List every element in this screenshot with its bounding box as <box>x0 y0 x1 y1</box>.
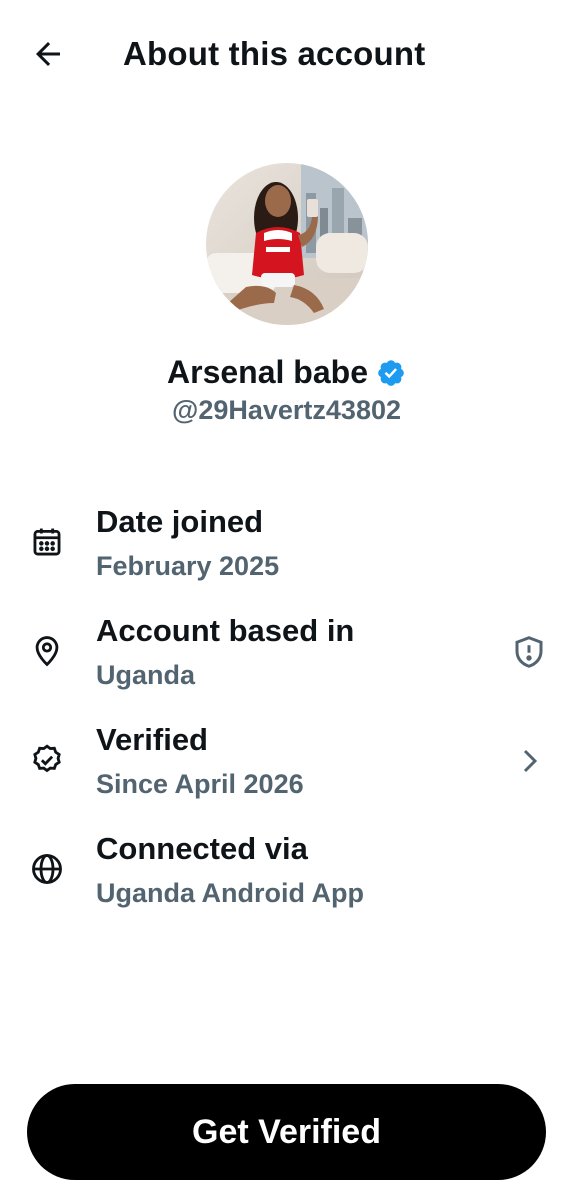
chevron-right-icon[interactable] <box>509 741 549 781</box>
info-label: Verified <box>96 722 208 757</box>
display-name: Arsenal babe <box>167 354 368 390</box>
header: About this account <box>0 0 573 108</box>
back-button[interactable] <box>28 34 68 74</box>
info-row-account-based-in[interactable]: Account based in Uganda <box>0 609 573 705</box>
info-row-verified[interactable]: Verified Since April 2026 <box>0 718 573 814</box>
info-value: Since April 2026 <box>96 769 304 799</box>
username-handle: @29Havertz43802 <box>172 395 401 425</box>
info-label: Account based in <box>96 613 355 648</box>
location-pin-icon <box>28 632 66 670</box>
info-value: February 2025 <box>96 551 280 581</box>
info-value: Uganda Android App <box>96 878 364 908</box>
info-label: Connected via <box>96 831 308 866</box>
info-row-connected-via: Connected via Uganda Android App <box>0 827 573 923</box>
verified-badge-icon[interactable] <box>376 358 406 388</box>
calendar-icon <box>28 523 66 561</box>
page-title: About this account <box>123 35 426 72</box>
get-verified-button[interactable]: Get Verified <box>27 1084 546 1180</box>
avatar[interactable] <box>206 163 368 325</box>
profile-photo <box>206 163 368 325</box>
info-row-date-joined: Date joined February 2025 <box>0 500 573 596</box>
arrow-left-icon <box>36 42 60 66</box>
info-value: Uganda <box>96 660 196 690</box>
profile-name-row: Arsenal babe <box>0 352 573 392</box>
get-verified-label: Get Verified <box>192 1113 381 1151</box>
shield-alert-icon[interactable] <box>509 632 549 672</box>
info-label: Date joined <box>96 504 264 539</box>
verified-outline-icon <box>28 741 66 779</box>
globe-icon <box>28 850 66 888</box>
